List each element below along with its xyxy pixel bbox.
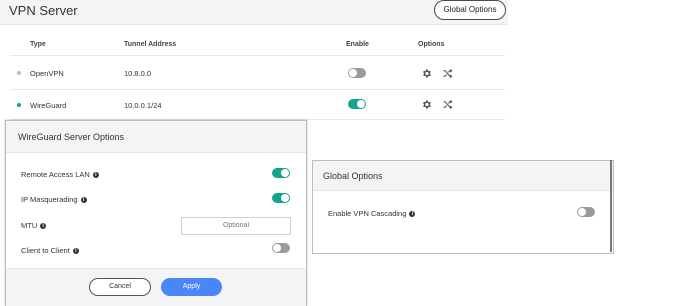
enable-toggle-openvpn[interactable] (348, 68, 366, 78)
row-tunnel-address: 10.0.0.1/24 (124, 101, 162, 110)
dialog-edge (610, 160, 612, 252)
vpn-server-panel: VPN Server Global Options Type Tunnel Ad… (0, 0, 508, 130)
column-header-tunnel-address: Tunnel Address (124, 41, 177, 48)
option-label: MTU (21, 221, 38, 230)
option-mtu: MTU i (21, 221, 47, 230)
global-options-button[interactable]: Global Options (434, 0, 506, 20)
column-header-type: Type (30, 41, 46, 48)
row-divider (10, 89, 505, 90)
ip-masquerading-toggle[interactable] (272, 193, 290, 203)
shuffle-icon[interactable] (442, 68, 453, 79)
option-label: Remote Access LAN (21, 170, 90, 179)
shuffle-icon[interactable] (442, 99, 453, 110)
client-to-client-toggle[interactable] (272, 243, 290, 253)
gear-icon[interactable] (421, 99, 432, 110)
info-icon[interactable]: i (72, 248, 79, 255)
header-divider (10, 55, 505, 56)
row-type: WireGuard (30, 101, 67, 110)
enable-toggle-wireguard[interactable] (348, 99, 366, 109)
dialog-header: WireGuard Server Options (6, 121, 306, 153)
row-type: OpenVPN (30, 69, 64, 78)
option-ip-masquerading: IP Masquerading i (21, 195, 87, 204)
gear-icon[interactable] (421, 68, 432, 79)
info-icon[interactable]: i (80, 197, 87, 204)
row-tunnel-address: 10.8.0.0 (124, 69, 152, 78)
dialog-header: Global Options (313, 161, 613, 191)
option-label: Client to Client (21, 246, 70, 255)
vpn-server-header: VPN Server (0, 0, 508, 25)
wireguard-server-options-dialog: WireGuard Server Options Remote Access L… (5, 120, 307, 306)
column-header-enable: Enable (346, 41, 369, 48)
apply-button[interactable]: Apply (161, 278, 222, 296)
option-label: IP Masquerading (21, 195, 78, 204)
info-icon[interactable]: i (40, 223, 47, 230)
dialog-title: WireGuard Server Options (18, 132, 125, 142)
mtu-input[interactable] (181, 217, 291, 235)
dialog-title: Global Options (323, 171, 383, 181)
page-title: VPN Server (9, 3, 78, 18)
status-dot (17, 71, 21, 75)
info-icon[interactable]: i (92, 172, 99, 179)
global-options-dialog: Global Options Enable VPN Cascading i (312, 160, 614, 254)
option-remote-access-lan: Remote Access LAN i (21, 170, 99, 179)
cancel-button[interactable]: Cancel (89, 278, 151, 296)
info-icon[interactable]: i (409, 211, 416, 218)
option-enable-vpn-cascading: Enable VPN Cascading i (328, 209, 416, 218)
column-header-options: Options (418, 41, 445, 48)
option-client-to-client: Client to Client i (21, 246, 79, 255)
dialog-footer: Cancel Apply (6, 268, 306, 306)
option-label: Enable VPN Cascading (328, 209, 407, 218)
status-dot (17, 103, 21, 107)
enable-vpn-cascading-toggle[interactable] (577, 207, 595, 217)
remote-access-lan-toggle[interactable] (272, 168, 290, 178)
